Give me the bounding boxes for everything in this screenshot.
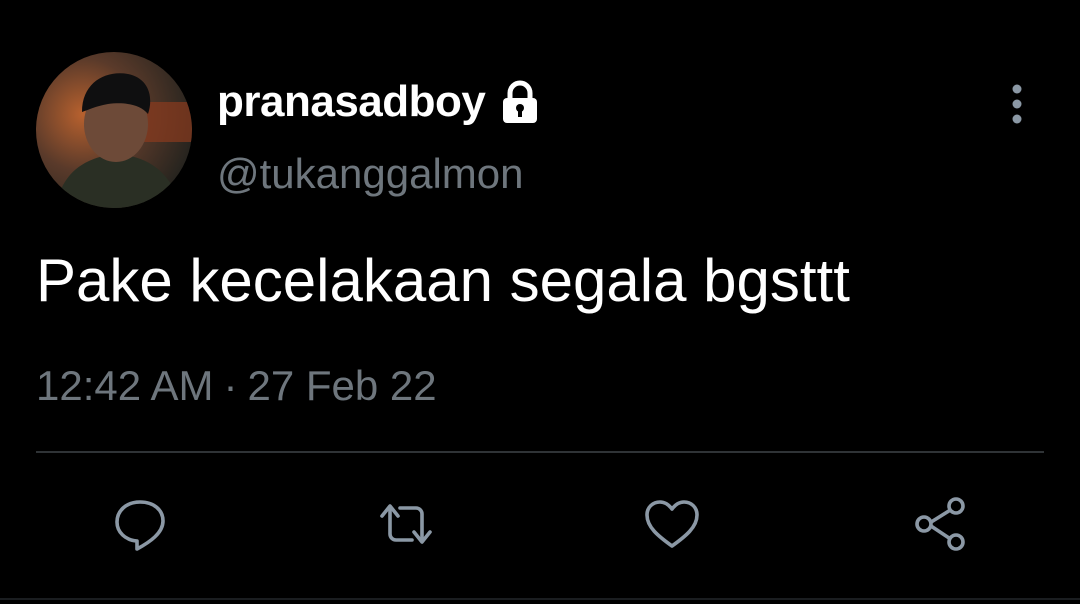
tweet-time: 12:42 AM	[36, 362, 214, 409]
meta-separator: ·	[223, 362, 238, 409]
share-nodes-icon	[915, 497, 965, 551]
user-handle[interactable]: @tukanggalmon	[217, 150, 524, 198]
action-bar	[0, 488, 1080, 560]
reply-button[interactable]	[104, 488, 176, 560]
tweet-text: Pake kecelakaan segala bgsttt	[36, 247, 850, 314]
avatar[interactable]	[36, 52, 192, 208]
display-name[interactable]: pranasadboy	[217, 77, 486, 127]
retweet-button[interactable]	[370, 488, 442, 560]
speech-bubble-icon	[115, 500, 165, 551]
heart-icon	[645, 500, 699, 548]
bottom-divider	[0, 598, 1080, 600]
tweet-timestamp[interactable]: 12:42 AM · 27 Feb 22	[36, 362, 437, 410]
share-button[interactable]	[904, 488, 976, 560]
more-options-button[interactable]	[996, 80, 1038, 128]
like-button[interactable]	[636, 488, 708, 560]
retweet-arrows-icon	[380, 504, 432, 544]
tweet-date: 27 Feb 22	[247, 362, 437, 409]
lock-icon	[497, 79, 543, 125]
vertical-ellipsis-icon	[1012, 84, 1022, 124]
user-name-row: pranasadboy	[217, 74, 543, 130]
divider	[36, 451, 1044, 453]
